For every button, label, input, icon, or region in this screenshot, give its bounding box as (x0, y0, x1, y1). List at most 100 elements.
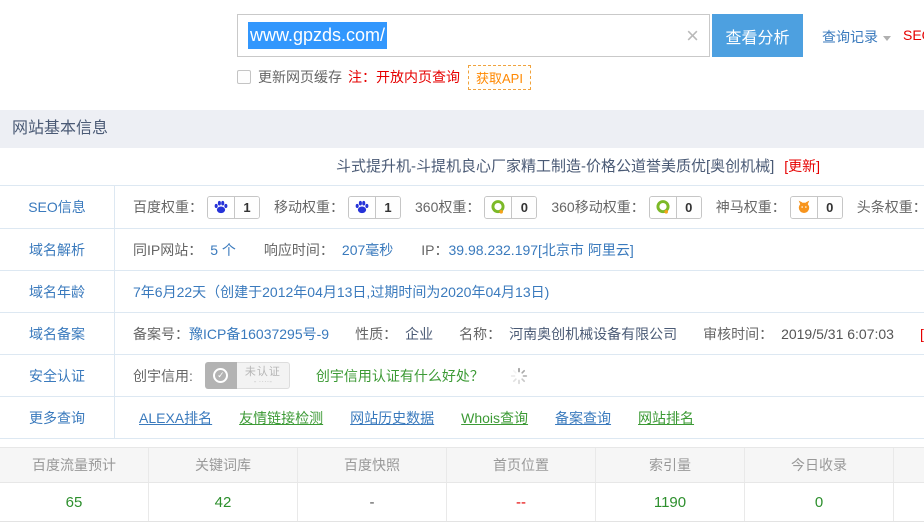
icp-number-label: 备案号： (133, 324, 189, 344)
stat-index-value[interactable]: 1190 (654, 494, 686, 511)
topbar: www.gpzds.com/ × 查看分析 查询记录 SEO 更新网页缓存 注：… (0, 0, 924, 110)
360-weight-badge[interactable]: 0 (484, 196, 537, 219)
alexa-rank-link[interactable]: ALEXA排名 (139, 408, 212, 428)
more-links: ALEXA排名 友情链接检测 网站历史数据 Whois查询 备案查询 网站排名 (115, 397, 924, 438)
verified-seal-icon: ✓ (205, 362, 237, 389)
table-row-seo: SEO信息 百度权重： 1 移动权重： 1 360权重： (0, 186, 924, 228)
icp-update-link[interactable]: [更新] (920, 324, 924, 344)
row-label-dns: 域名解析 (0, 229, 115, 270)
title-update-link[interactable]: [更新] (784, 158, 820, 174)
cache-option-row: 更新网页缓存 注：开放内页查询 获取API (237, 67, 531, 87)
stats-header-snapshot: 百度快照 (298, 448, 447, 482)
seo-link[interactable]: SEO (903, 27, 924, 43)
same-ip-count-link[interactable]: 5 个 (210, 240, 236, 260)
shenma-weight-badge[interactable]: 0 (790, 196, 843, 219)
ip-value-link[interactable]: 39.98.232.197[北京市 阿里云] (449, 240, 634, 260)
response-time-label: 响应时间： (264, 240, 334, 260)
icp-name-label: 名称： (459, 324, 501, 344)
weight-value: 0 (512, 197, 536, 218)
mobile-weight: 移动权重： 1 (274, 196, 401, 219)
baidu-paw-icon (208, 197, 235, 218)
friend-links-check-link[interactable]: 友情链接检测 (239, 408, 323, 428)
stats-value-row: 65 42 - -- 1190 0 (0, 483, 924, 521)
site-title-row: 斗式提升机-斗提机良心厂家精工制造-价格公道誉美质优[奥创机械] [更新] (0, 148, 924, 185)
credit-badge-body: 未认证 (237, 362, 290, 389)
stat-today-included-value[interactable]: 0 (815, 494, 823, 511)
update-cache-label: 更新网页缓存 (258, 67, 342, 87)
table-row-icp: 域名备案 备案号： 豫ICP备16037295号-9 性质： 企业 名称： 河南… (0, 312, 924, 354)
url-input-value[interactable]: www.gpzds.com/ (248, 22, 387, 49)
loading-spinner-icon (510, 367, 528, 385)
icp-query-link[interactable]: 备案查询 (555, 408, 611, 428)
icp-audit-time: 2019/5/31 6:07:03 (781, 326, 894, 342)
icp-nature-value: 企业 (405, 324, 433, 344)
dns-content: 同IP网站： 5 个 响应时间： 207毫秒 IP： 39.98.232.197… (115, 229, 924, 270)
row-label-seo: SEO信息 (0, 186, 115, 228)
url-input[interactable]: www.gpzds.com/ × (237, 14, 710, 57)
query-history-label: 查询记录 (822, 29, 878, 45)
mobile-weight-badge[interactable]: 1 (348, 196, 401, 219)
icp-number-link[interactable]: 豫ICP备16037295号-9 (189, 324, 329, 344)
shenma-weight: 神马权重： 0 (716, 196, 843, 219)
baidu-weight: 百度权重： 1 (133, 196, 260, 219)
baidu-weight-badge[interactable]: 1 (207, 196, 260, 219)
stats-header-row: 百度流量预计 关键词库 百度快照 首页位置 索引量 今日收录 (0, 448, 924, 483)
360-mobile-weight-badge[interactable]: 0 (649, 196, 702, 219)
360-ring-icon (650, 197, 677, 218)
table-row-age: 域名年龄 7年6月22天（创建于2012年04月13日,过期时间为2020年04… (0, 270, 924, 312)
credit-benefit-link[interactable]: 创宇信用认证有什么好处？ (316, 366, 484, 386)
query-history-link[interactable]: 查询记录 (822, 27, 891, 47)
stat-traffic-value[interactable]: 65 (66, 494, 83, 511)
stats-header-keywords: 关键词库 (149, 448, 298, 482)
table-row-more: 更多查询 ALEXA排名 友情链接检测 网站历史数据 Whois查询 备案查询 … (0, 396, 924, 438)
site-history-link[interactable]: 网站历史数据 (350, 408, 434, 428)
row-label-icp: 域名备案 (0, 313, 115, 354)
icp-company-name: 河南奥创机械设备有限公司 (509, 324, 677, 344)
stat-homepage-pos-value: -- (516, 494, 526, 511)
toutiao-weight: 头条权重： 头条 1 (857, 196, 924, 219)
icp-content: 备案号： 豫ICP备16037295号-9 性质： 企业 名称： 河南奥创机械设… (115, 313, 924, 354)
security-content: 创宇信用: ✓ 未认证 创宇信用认证有什么好处？ (115, 355, 924, 396)
seo-weights: 百度权重： 1 移动权重： 1 360权重： 0 (115, 186, 924, 228)
weight-label: 移动权重： (274, 197, 344, 217)
age-content: 7年6月22天（创建于2012年04月13日,过期时间为2020年04月13日) (115, 271, 924, 312)
get-api-button[interactable]: 获取API (468, 65, 531, 90)
icp-audit-label: 审核时间： (703, 324, 773, 344)
table-row-security: 安全认证 创宇信用: ✓ 未认证 创宇信用认证有什么好处？ (0, 354, 924, 396)
weight-value: 1 (376, 197, 400, 218)
360-ring-icon (485, 197, 512, 218)
360-mobile-weight: 360移动权重： 0 (551, 196, 701, 219)
weight-label: 头条权重： (857, 197, 924, 217)
row-label-age: 域名年龄 (0, 271, 115, 312)
whois-query-link[interactable]: Whois查询 (461, 408, 528, 428)
icp-nature-label: 性质： (355, 324, 397, 344)
stats-header-index: 索引量 (596, 448, 745, 482)
weight-label: 360权重： (415, 197, 480, 217)
stats-header-filler (894, 448, 924, 482)
credit-badge-status: 未认证 (245, 367, 281, 378)
ip-label: IP： (421, 240, 448, 260)
clear-input-icon[interactable]: × (686, 25, 699, 47)
update-cache-checkbox[interactable] (237, 70, 251, 84)
stat-keywords-value[interactable]: 42 (215, 494, 232, 511)
domain-age-value: 7年6月22天（创建于2012年04月13日,过期时间为2020年04月13日) (133, 282, 549, 302)
weight-label: 百度权重： (133, 197, 203, 217)
stats-header-homepage-pos: 首页位置 (447, 448, 596, 482)
site-info-table: SEO信息 百度权重： 1 移动权重： 1 360权重： (0, 185, 924, 439)
analyze-button[interactable]: 查看分析 (712, 14, 803, 57)
stats-header-traffic: 百度流量预计 (0, 448, 149, 482)
stat-snapshot-value: - (370, 494, 375, 511)
row-label-more: 更多查询 (0, 397, 115, 438)
shenma-icon (791, 197, 818, 218)
weight-value: 1 (235, 197, 259, 218)
weight-value: 0 (818, 197, 842, 218)
site-rank-link[interactable]: 网站排名 (638, 408, 694, 428)
knownsec-credit-badge[interactable]: ✓ 未认证 (205, 362, 290, 389)
table-row-dns: 域名解析 同IP网站： 5 个 响应时间： 207毫秒 IP： 39.98.23… (0, 228, 924, 270)
chevron-down-icon (883, 36, 891, 41)
stats-header-today-included: 今日收录 (745, 448, 894, 482)
weight-label: 神马权重： (716, 197, 786, 217)
baidu-stats-table: 百度流量预计 关键词库 百度快照 首页位置 索引量 今日收录 65 42 - -… (0, 447, 924, 522)
inner-page-note: 注：开放内页查询 (348, 67, 460, 87)
same-ip-label: 同IP网站： (133, 240, 202, 260)
